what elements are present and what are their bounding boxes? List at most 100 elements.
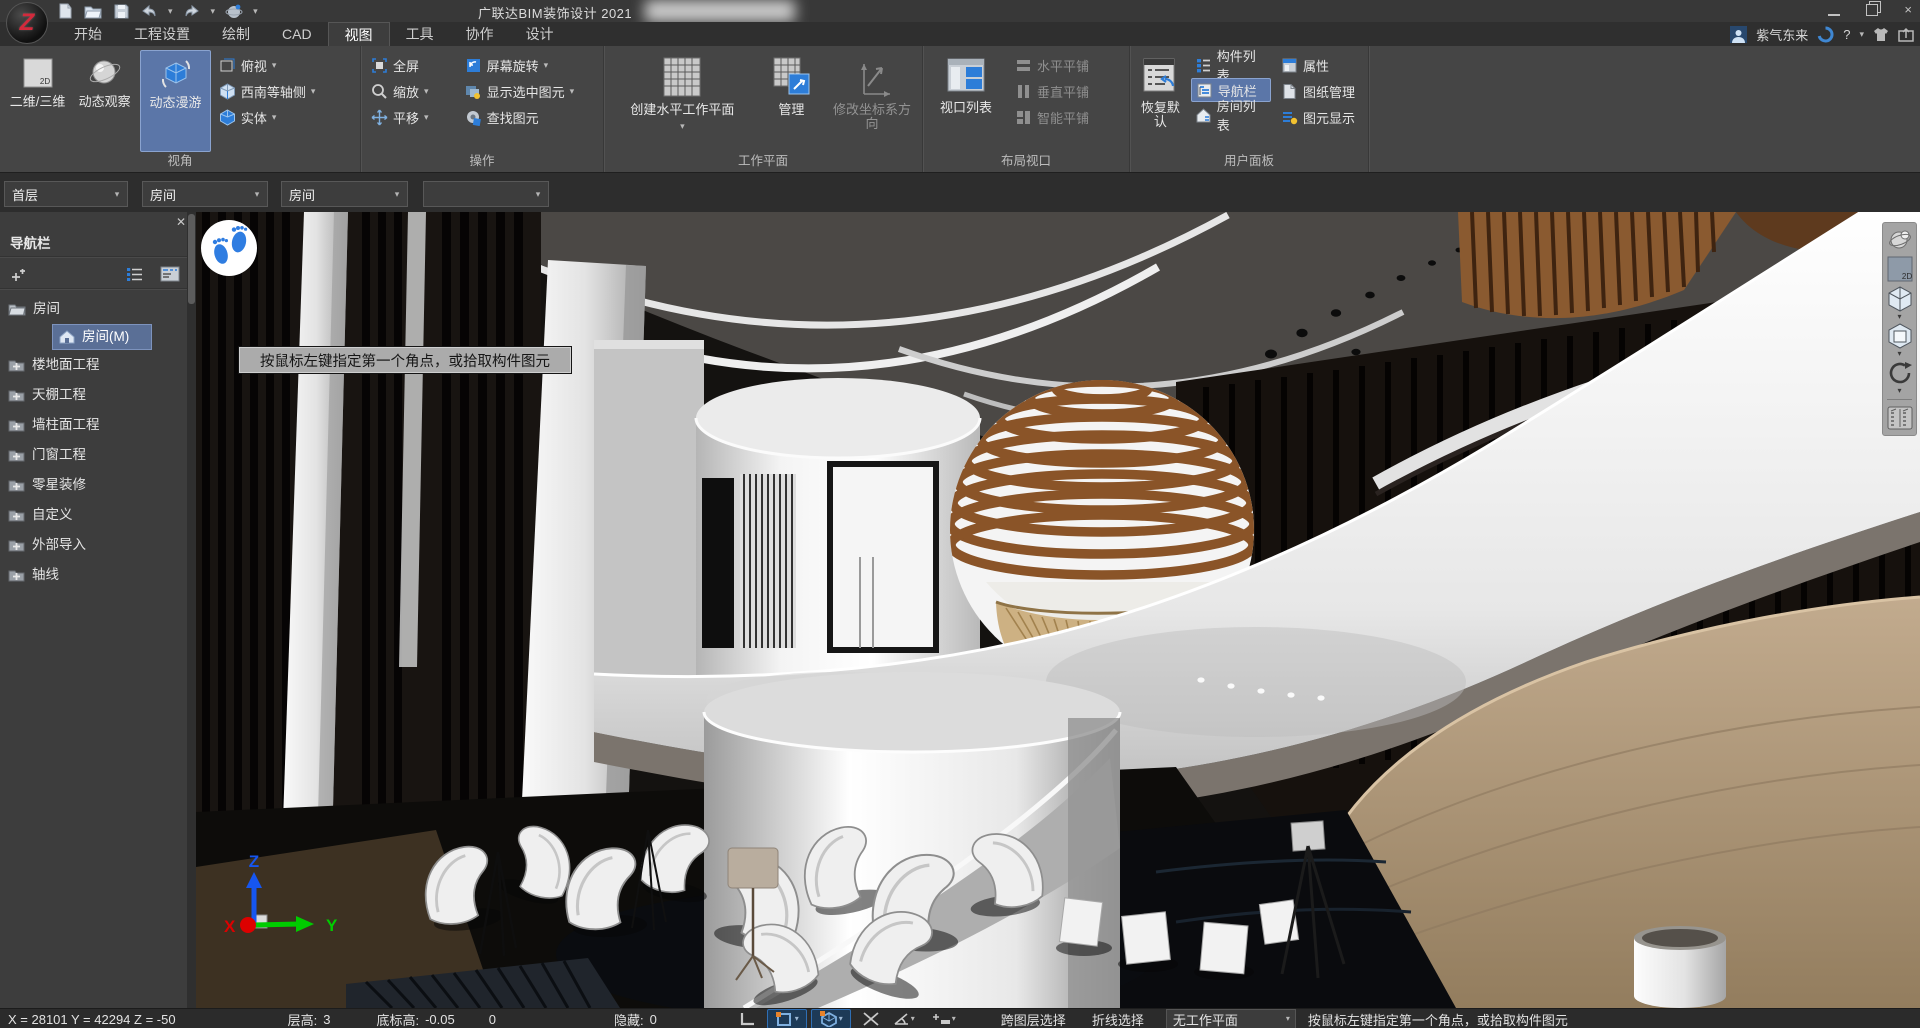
export-upload-icon[interactable] (1898, 27, 1914, 42)
view-cube-icon (1886, 285, 1914, 313)
minimize-button[interactable] (1828, 4, 1840, 16)
sheet-management-button[interactable]: 图纸管理 (1277, 78, 1362, 104)
dynamic-walkthrough-button[interactable]: 动态漫游 (140, 50, 211, 152)
top-view-dropdown[interactable]: 俯视▾ (215, 52, 354, 78)
tab-start[interactable]: 开始 (58, 22, 118, 46)
restore-button[interactable] (1866, 4, 1878, 16)
redacted-project-name (645, 0, 795, 22)
axis-y-label: Y (326, 916, 338, 935)
category-selector-dropdown[interactable]: 房间▾ (142, 181, 268, 207)
tree-item-wall-column-works[interactable]: 墙柱面工程 (0, 410, 186, 440)
sidebar-close-icon[interactable]: ✕ (176, 215, 186, 229)
hidden-count-value: 0 (650, 1012, 657, 1027)
toggle-2d-3d-button[interactable]: 2D 二维/三维 (6, 50, 69, 152)
pan-arrows-icon (371, 109, 388, 126)
tab-design[interactable]: 设计 (510, 22, 570, 46)
tree-item-axis-lines[interactable]: 轴线 (0, 560, 186, 590)
polyline-select-toggle[interactable]: 折线选择 (1092, 1010, 1144, 1028)
undo-dropdown-caret[interactable]: ▾ (168, 7, 173, 16)
theme-shirt-icon[interactable] (1873, 27, 1889, 42)
user-avatar-icon[interactable] (1730, 26, 1747, 43)
ortho-toggle[interactable] (735, 1010, 761, 1028)
schedule-list-button[interactable] (1885, 405, 1914, 431)
tree-item-room-parent[interactable]: 房间 (0, 294, 186, 324)
element-selector-dropdown[interactable]: 房间▾ (281, 181, 408, 207)
help-icon[interactable]: ? (1843, 27, 1850, 42)
undo-button[interactable] (140, 3, 158, 19)
tree-item-room-m-selected[interactable]: 房间(M) (52, 324, 152, 350)
room-list-button[interactable]: 房间列表 (1191, 102, 1271, 128)
logo-glyph: Z (20, 9, 35, 37)
tree-item-external-import[interactable]: 外部导入 (0, 530, 186, 560)
create-horizontal-workplane-button[interactable]: 创建水平工作平面 ▾ (610, 50, 755, 152)
manage-workplane-button[interactable]: 管理 (765, 50, 818, 152)
tab-view[interactable]: 视图 (328, 22, 390, 46)
viewport-list-button[interactable]: 视口列表 (929, 50, 1003, 152)
rotate-view-button[interactable]: ▾ (1885, 359, 1914, 394)
solid-style-dropdown[interactable]: 实体▾ (215, 104, 354, 130)
viewport-3d[interactable]: Z Y X 按鼠标左键指定第一个角点，或拾取构件图元 2D ▾ (196, 212, 1920, 1008)
create-workplane-caret: ▾ (680, 122, 685, 131)
scrollbar-thumb[interactable] (188, 214, 195, 304)
2d-view-button[interactable]: 2D (1885, 255, 1914, 283)
redo-dropdown-caret[interactable]: ▾ (211, 7, 216, 16)
sync-cloud-icon[interactable] (225, 3, 243, 19)
tree-item-ceiling-works[interactable]: 天棚工程 (0, 380, 186, 410)
add-node-icon[interactable] (10, 268, 26, 282)
save-button[interactable] (112, 3, 130, 19)
workplane-dropdown[interactable]: 无工作平面 ▾ (1166, 1009, 1296, 1028)
closed-folder-plus-icon (8, 538, 25, 552)
application-window: Z ▾ ▾ ▾ 广联达BIM装饰设计 2021 × 开始 工程设置 绘制 CAD… (0, 0, 1920, 1028)
snap-cross-toggle[interactable] (859, 1010, 883, 1028)
cube-view-button-2[interactable]: ▾ (1885, 322, 1914, 357)
app-logo-icon[interactable]: Z (6, 2, 48, 44)
tab-cad[interactable]: CAD (266, 22, 328, 46)
pan-dropdown[interactable]: 平移▾ (367, 104, 457, 130)
tree-item-misc-decoration[interactable]: 零星装修 (0, 470, 186, 500)
zoom-dropdown[interactable]: 缩放▾ (367, 78, 457, 104)
find-element-button[interactable]: 查找图元 (461, 104, 597, 130)
cross-layer-select-toggle[interactable]: 跨图层选择 (1001, 1010, 1066, 1028)
username-label[interactable]: 紫气东来 (1756, 25, 1808, 44)
screen-rotate-dropdown[interactable]: 屏幕旋转▾ (461, 52, 597, 78)
empty-selector-dropdown[interactable]: ▾ (423, 181, 549, 207)
component-list-button[interactable]: 构件列表 (1191, 52, 1271, 78)
floor-selector-dropdown[interactable]: 首层▾ (4, 181, 128, 207)
list-view-icon[interactable] (126, 267, 143, 282)
base-elevation-value: -0.05 (425, 1012, 455, 1027)
cube-view-button-1[interactable]: ▾ (1885, 285, 1914, 320)
object-snap-3d-toggle-active[interactable]: ▾ (811, 1009, 851, 1028)
sidebar-scrollbar[interactable] (187, 212, 196, 1008)
properties-panel-button[interactable]: 属性 (1277, 52, 1362, 78)
tab-collaborate[interactable]: 协作 (450, 22, 510, 46)
tab-tools[interactable]: 工具 (390, 22, 450, 46)
help-dropdown-caret[interactable]: ▾ (1859, 30, 1864, 39)
dynamic-orbit-button[interactable]: 动态观察 (73, 50, 136, 152)
open-file-button[interactable] (84, 3, 102, 19)
tree-item-door-window-works[interactable]: 门窗工程 (0, 440, 186, 470)
reference-point-dropdown[interactable]: ▾ (925, 1010, 963, 1028)
view-cube-icon (1886, 322, 1914, 350)
redo-button[interactable] (183, 3, 201, 19)
detail-view-icon[interactable] (160, 266, 180, 282)
axis-x-label: X (224, 917, 236, 936)
fullscreen-button[interactable]: 全屏 (367, 52, 457, 78)
close-button[interactable]: × (1904, 3, 1912, 17)
qat-customize-caret[interactable]: ▾ (253, 7, 258, 16)
element-display-button[interactable]: 图元显示 (1277, 104, 1362, 130)
restore-default-button[interactable]: 恢复默认 (1136, 50, 1185, 152)
orbit-tool-button[interactable] (1885, 227, 1914, 253)
sheet-page-icon (1281, 83, 1298, 100)
sync-status-icon[interactable] (1817, 26, 1834, 43)
tree-item-floor-works[interactable]: 楼地面工程 (0, 350, 186, 380)
show-selected-dropdown[interactable]: 显示选中图元▾ (461, 78, 597, 104)
tab-draw[interactable]: 绘制 (206, 22, 266, 46)
rect-snap-toggle-active[interactable]: ▾ (767, 1009, 807, 1028)
new-file-button[interactable] (56, 3, 74, 19)
context-selector-row: 首层▾ 房间▾ 房间▾ ▾ (0, 172, 1920, 213)
tree-item-custom[interactable]: 自定义 (0, 500, 186, 530)
manage-workplane-icon (771, 56, 811, 98)
tab-project-settings[interactable]: 工程设置 (118, 22, 206, 46)
sw-isometric-dropdown[interactable]: 西南等轴侧▾ (215, 78, 354, 104)
angle-snap-dropdown[interactable]: ▾ (887, 1010, 921, 1028)
